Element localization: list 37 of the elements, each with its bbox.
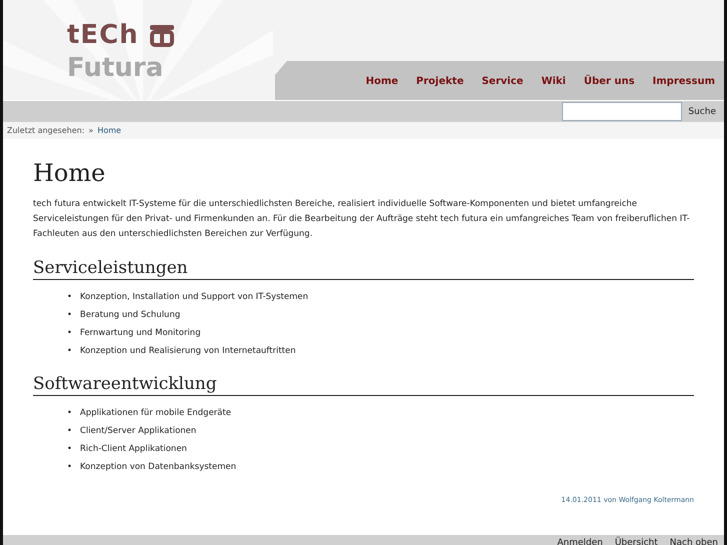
breadcrumb-separator: » xyxy=(88,126,94,135)
bullet: • xyxy=(67,345,72,358)
bullet: • xyxy=(67,291,72,304)
search-field[interactable] xyxy=(562,102,682,121)
list-item: Konzeption und Realisierung von Internetauftritten xyxy=(80,345,296,358)
page-title: Home xyxy=(33,159,106,187)
nav-link[interactable]: Service xyxy=(472,76,532,87)
list-item: Beratung und Schulung xyxy=(80,309,180,322)
logo-icon xyxy=(148,23,175,47)
list-item: Fernwartung und Monitoring xyxy=(80,327,201,340)
intro-paragraph: tech futura entwickelt IT-Systeme für die unterschiedlichsten Bereiche, realisiert individuelle Software-Komponenten und bietet umfangreiche Serviceleistungen für den Privat- und Firmenkunden an. Für die Bearbeitung der Aufträge steht tech futura ein umfangreiches Team von freiberuflichen IT-Fachleuten aus den unterschiedlichsten Bereichen zur Verfügung. xyxy=(33,198,691,241)
footer-link[interactable]: Übersicht xyxy=(614,536,658,545)
list-item: Client/Server Applikationen xyxy=(80,425,196,438)
bullet: • xyxy=(67,461,72,474)
breadcrumb-label: Zuletzt angesehen: xyxy=(7,126,85,135)
breadcrumb-link[interactable]: Home xyxy=(97,126,122,135)
list-item: Konzeption, Installation und Support von IT-Systemen xyxy=(80,291,308,304)
list-item: Konzeption von Datenbanksystemen xyxy=(80,461,236,474)
list-item: Rich-Client Applikationen xyxy=(80,443,187,456)
nav-link[interactable]: Über uns xyxy=(574,76,644,87)
nav-link[interactable]: Projekte xyxy=(407,76,473,87)
nav-link[interactable]: Wiki xyxy=(532,76,575,87)
footer-link[interactable]: Anmelden xyxy=(557,536,603,545)
section-heading: Softwareentwicklung xyxy=(33,374,694,396)
footer-link[interactable]: Nach oben xyxy=(670,536,718,545)
section-heading: Serviceleistungen xyxy=(33,258,694,280)
bullet: • xyxy=(67,443,72,456)
nav-link[interactable]: Home xyxy=(356,76,408,87)
bullet: • xyxy=(67,309,72,322)
list-item: Applikationen für mobile Endgeräte xyxy=(80,407,232,420)
bullet: • xyxy=(67,425,72,438)
logo-text: tECh xyxy=(67,19,139,52)
bullet: • xyxy=(67,407,72,420)
search-button[interactable]: Suche xyxy=(688,106,716,116)
nav-link[interactable]: Impressum xyxy=(644,76,724,87)
bullet: • xyxy=(67,327,72,340)
logo-text: Futura xyxy=(67,52,164,84)
